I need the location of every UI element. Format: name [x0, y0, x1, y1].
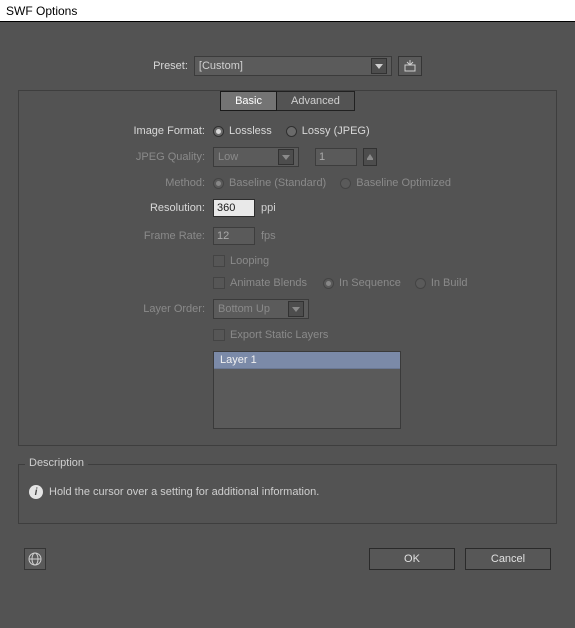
preset-row: Preset: [Custom] — [4, 26, 571, 90]
resolution-label: Resolution: — [150, 202, 205, 214]
lossless-label: Lossless — [229, 125, 272, 137]
preset-dropdown[interactable]: [Custom] — [194, 56, 392, 76]
frame-rate-input — [213, 227, 255, 245]
jpeg-quality-preset-value: Low — [218, 151, 238, 163]
in-sequence-radio: In Sequence — [323, 277, 401, 289]
description-title: Description — [25, 457, 88, 469]
resolution-unit: ppi — [261, 202, 276, 214]
in-build-radio: In Build — [415, 277, 468, 289]
in-build-label: In Build — [431, 277, 468, 289]
resolution-row: Resolution: ppi — [31, 199, 544, 217]
frame-rate-label: Frame Rate: — [144, 230, 205, 242]
checkbox-icon — [213, 329, 225, 341]
looping-row: Looping — [31, 255, 544, 267]
cancel-button[interactable]: Cancel — [465, 548, 551, 570]
window-title: SWF Options — [6, 4, 77, 18]
baseline-opt-label: Baseline Optimized — [356, 177, 451, 189]
image-format-row: Image Format: Lossless Lossy (JPEG) — [31, 125, 544, 137]
layer-order-label: Layer Order: — [143, 303, 205, 315]
image-format-label: Image Format: — [133, 125, 205, 137]
save-preset-button[interactable] — [398, 56, 422, 76]
ok-label: OK — [404, 553, 420, 565]
frame-rate-row: Frame Rate: fps — [31, 227, 544, 245]
tab-advanced[interactable]: Advanced — [277, 91, 355, 111]
image-format-lossless-radio[interactable]: Lossless — [213, 125, 272, 137]
tabs: Basic Advanced — [31, 91, 544, 111]
method-baseline-std-radio: Baseline (Standard) — [213, 177, 326, 189]
layer-item-label: Layer 1 — [220, 354, 257, 366]
layer-order-value: Bottom Up — [218, 303, 270, 315]
preset-value: [Custom] — [199, 60, 243, 72]
dialog-body: Preset: [Custom] Basic Advanced Image Fo… — [0, 22, 575, 574]
method-label: Method: — [165, 177, 205, 189]
chevron-down-icon — [371, 58, 387, 74]
footer: OK Cancel — [4, 524, 571, 570]
radio-icon — [323, 278, 334, 289]
looping-label: Looping — [230, 255, 269, 267]
export-static-label: Export Static Layers — [230, 329, 328, 341]
description-text: Hold the cursor over a setting for addit… — [49, 486, 319, 498]
resolution-input[interactable] — [213, 199, 255, 217]
animate-blends-checkbox: Animate Blends — [213, 277, 307, 289]
save-preset-icon — [403, 60, 417, 72]
ok-button[interactable]: OK — [369, 548, 455, 570]
options-panel: Basic Advanced Image Format: Lossless Lo… — [18, 90, 557, 446]
tab-basic-label: Basic — [235, 95, 262, 107]
preset-label: Preset: — [153, 60, 188, 72]
cancel-label: Cancel — [491, 553, 525, 565]
title-bar: SWF Options — [0, 0, 575, 22]
radio-icon — [213, 126, 224, 137]
looping-checkbox: Looping — [213, 255, 269, 267]
jpeg-quality-input — [315, 148, 357, 166]
jpeg-quality-label: JPEG Quality: — [136, 151, 205, 163]
layer-list[interactable]: Layer 1 — [213, 351, 401, 429]
globe-icon — [28, 552, 42, 566]
export-static-row: Export Static Layers — [31, 329, 544, 341]
export-static-checkbox: Export Static Layers — [213, 329, 328, 341]
info-icon: i — [29, 485, 43, 499]
jpeg-quality-stepper — [363, 148, 377, 166]
image-format-lossy-radio[interactable]: Lossy (JPEG) — [286, 125, 370, 137]
chevron-down-icon — [278, 149, 294, 165]
animate-blends-row: Animate Blends In Sequence In Build — [31, 277, 544, 289]
tab-advanced-label: Advanced — [291, 95, 340, 107]
baseline-std-label: Baseline (Standard) — [229, 177, 326, 189]
layer-order-dropdown: Bottom Up — [213, 299, 309, 319]
lossy-label: Lossy (JPEG) — [302, 125, 370, 137]
description-body: i Hold the cursor over a setting for add… — [29, 485, 546, 499]
list-item[interactable]: Layer 1 — [214, 352, 400, 369]
method-row: Method: Baseline (Standard) Baseline Opt… — [31, 177, 544, 189]
frame-rate-unit: fps — [261, 230, 276, 242]
method-baseline-opt-radio: Baseline Optimized — [340, 177, 451, 189]
description-panel: Description i Hold the cursor over a set… — [18, 464, 557, 524]
checkbox-icon — [213, 277, 225, 289]
jpeg-quality-preset-dropdown: Low — [213, 147, 299, 167]
checkbox-icon — [213, 255, 225, 267]
jpeg-quality-row: JPEG Quality: Low — [31, 147, 544, 167]
layer-order-row: Layer Order: Bottom Up — [31, 299, 544, 319]
radio-icon — [415, 278, 426, 289]
in-sequence-label: In Sequence — [339, 277, 401, 289]
chevron-down-icon — [288, 301, 304, 317]
tab-basic[interactable]: Basic — [220, 91, 277, 111]
radio-icon — [340, 178, 351, 189]
animate-blends-label: Animate Blends — [230, 277, 307, 289]
radio-icon — [213, 178, 224, 189]
web-help-button[interactable] — [24, 548, 46, 570]
radio-icon — [286, 126, 297, 137]
